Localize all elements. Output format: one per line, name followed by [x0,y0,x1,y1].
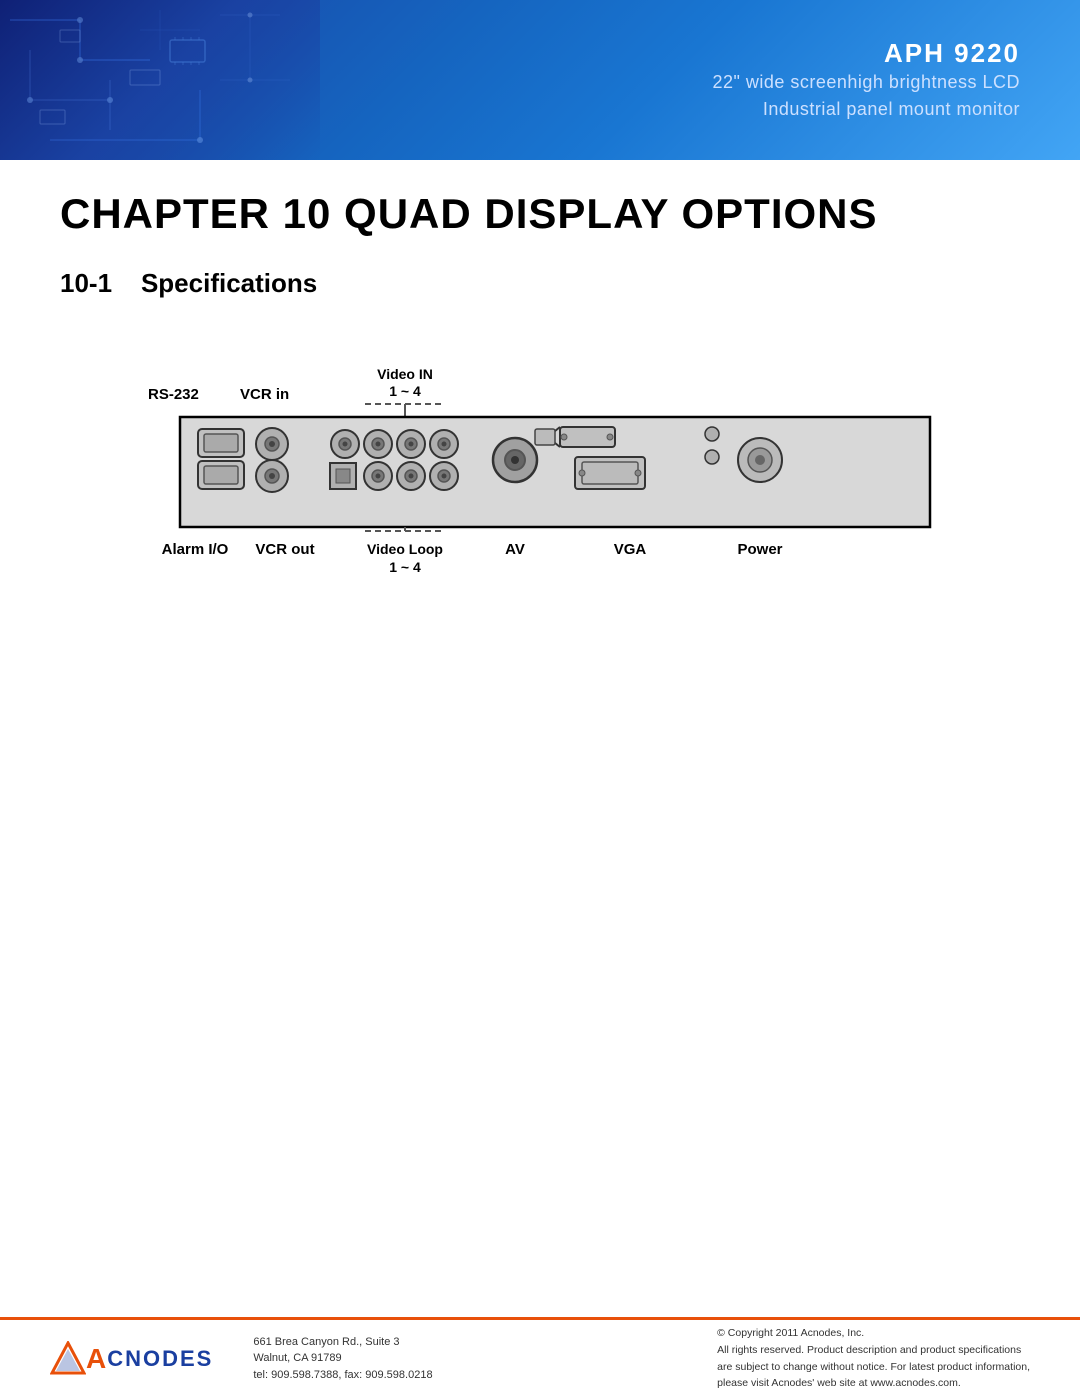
label-vga: VGA [614,541,647,558]
label-vcrout: VCR out [255,541,314,558]
header-desc-line1: 22" wide screenhigh brightness LCD [712,69,1020,96]
label-alarm: Alarm I/O [162,541,229,558]
header-text: APH 9220 22" wide screenhigh brightness … [712,38,1020,123]
label-rs232: RS-232 [148,386,199,403]
chapter-title: CHAPTER 10 QUAD DISPLAY OPTIONS [60,190,1020,238]
diagram-area: RS-232 VCR in Video IN 1 ~ 4 [120,339,1020,594]
footer-logo: A CNODES [50,1341,213,1377]
section-title: 10-1 Specifications [60,268,1020,299]
copyright-line3: are subject to change without notice. Fo… [717,1359,1030,1376]
label-video-in-range: 1 ~ 4 [389,383,421,399]
header-desc-line2: Industrial panel mount monitor [712,96,1020,123]
section-number: 10-1 [60,268,112,298]
label-videoloop: Video Loop [367,541,443,557]
footer-address: 661 Brea Canyon Rd., Suite 3 Walnut, CA … [253,1334,453,1384]
label-vcrin: VCR in [240,386,289,403]
address-line3: tel: 909.598.7388, fax: 909.598.0218 [253,1367,453,1384]
copyright-line1: © Copyright 2011 Acnodes, Inc. [717,1325,1030,1342]
footer-copyright: © Copyright 2011 Acnodes, Inc. All right… [717,1325,1030,1392]
copyright-line4: please visit Acnodes' web site at www.ac… [717,1375,1030,1392]
label-power: Power [737,541,782,558]
address-line1: 661 Brea Canyon Rd., Suite 3 [253,1334,453,1351]
logo-text: CNODES [107,1346,213,1372]
address-line2: Walnut, CA 91789 [253,1350,453,1367]
header-banner: APH 9220 22" wide screenhigh brightness … [0,0,1080,160]
section-name: Specifications [141,268,317,298]
logo-letter-a: A [86,1343,107,1375]
label-videoloop-range: 1 ~ 4 [389,559,421,575]
copyright-line2: All rights reserved. Product description… [717,1342,1030,1359]
header-model: APH 9220 [712,38,1020,69]
main-content: CHAPTER 10 QUAD DISPLAY OPTIONS 10-1 Spe… [0,160,1080,774]
footer: A CNODES 661 Brea Canyon Rd., Suite 3 Wa… [0,1317,1080,1397]
logo-icon [50,1341,86,1377]
label-av: AV [505,541,525,558]
circuit-lines [0,0,320,160]
label-video-in: Video IN [377,366,433,382]
